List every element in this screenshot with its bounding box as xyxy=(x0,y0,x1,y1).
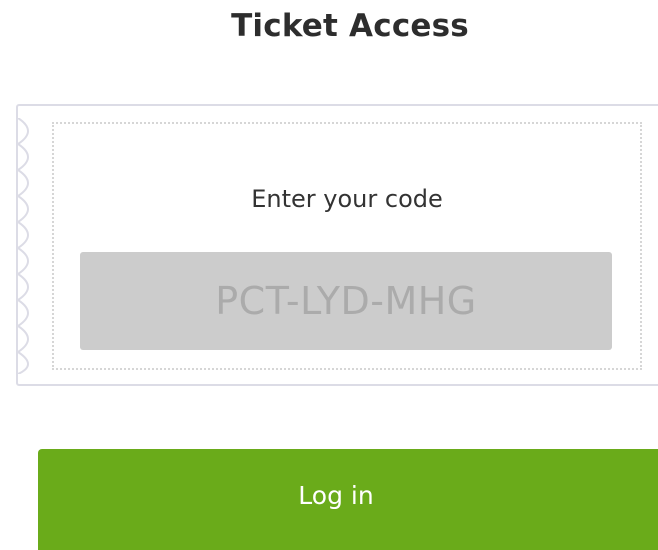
ticket-dotted-frame: Enter your code xyxy=(52,122,642,370)
ticket-scallop-edge-left xyxy=(18,118,29,374)
login-button[interactable]: Log in xyxy=(38,449,658,550)
login-button-label: Log in xyxy=(298,480,374,510)
code-input[interactable] xyxy=(80,252,612,350)
ticket-scallop-edge-right xyxy=(652,118,658,374)
ticket-card: Enter your code xyxy=(16,104,658,386)
page-title: Ticket Access xyxy=(231,8,469,44)
code-label: Enter your code xyxy=(251,185,443,213)
ticket-access-page: Ticket Access Enter your code Log in xyxy=(0,0,658,550)
